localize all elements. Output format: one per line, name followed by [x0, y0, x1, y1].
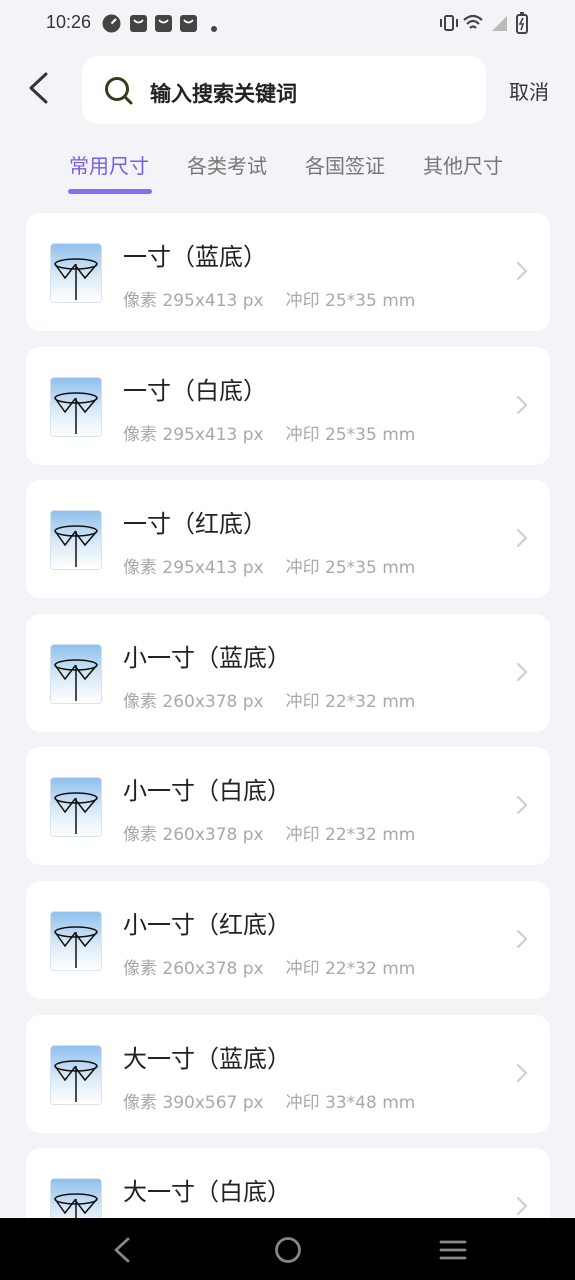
item-print-size: 冲印 22*32 mm: [285, 959, 416, 979]
list-item[interactable]: 一寸（白底） 像素 295x413 px 冲印 25*35 mm: [26, 347, 550, 465]
umbrella-photo-icon: [51, 912, 101, 970]
shopping-bag-icon: [129, 14, 148, 37]
chevron-right-icon: [516, 662, 528, 686]
umbrella-photo-icon: [51, 778, 101, 836]
item-title: 大一寸（蓝底）: [123, 1045, 291, 1073]
umbrella-photo-icon: [51, 244, 101, 302]
wifi-icon: [463, 14, 483, 36]
item-pixels: 像素 390x567 px: [123, 1093, 264, 1113]
item-specs: 像素 260x378 px 冲印 22*32 mm: [123, 954, 415, 979]
item-print-size: 冲印 22*32 mm: [285, 825, 416, 845]
item-title: 一寸（蓝底）: [123, 243, 267, 271]
search-input[interactable]: 输入搜索关键词: [82, 56, 486, 124]
vibrate-icon: [439, 14, 459, 36]
chevron-right-icon: [516, 795, 528, 819]
shopping-bag-icon: [179, 14, 198, 37]
list-item[interactable]: 小一寸（蓝底） 像素 260x378 px 冲印 22*32 mm: [26, 614, 550, 732]
active-tab-indicator: [68, 189, 152, 194]
item-print-size: 冲印 22*32 mm: [285, 692, 416, 712]
photo-thumbnail: [50, 911, 102, 971]
shopping-bag-icon: [154, 14, 173, 37]
chevron-right-icon: [516, 261, 528, 285]
chevron-right-icon: [516, 1196, 528, 1220]
item-title: 小一寸（蓝底）: [123, 644, 291, 672]
item-title: 一寸（红底）: [123, 510, 267, 538]
item-pixels: 像素 260x378 px: [123, 959, 264, 979]
photo-thumbnail: [50, 510, 102, 570]
item-print-size: 冲印 25*35 mm: [285, 425, 416, 445]
list-item[interactable]: 大一寸（蓝底） 像素 390x567 px 冲印 33*48 mm: [26, 1015, 550, 1133]
search-placeholder: 输入搜索关键词: [150, 82, 297, 106]
chevron-left-icon: [26, 71, 50, 109]
status-bar: 10:26: [0, 0, 575, 48]
system-nav-bar: [0, 1218, 575, 1280]
list-item[interactable]: 一寸（蓝底） 像素 295x413 px 冲印 25*35 mm: [26, 213, 550, 331]
photo-thumbnail: [50, 377, 102, 437]
item-print-size: 冲印 33*48 mm: [285, 1093, 416, 1113]
item-specs: 像素 260x378 px 冲印 22*32 mm: [123, 687, 415, 712]
umbrella-photo-icon: [51, 378, 101, 436]
cancel-button[interactable]: 取消: [509, 76, 549, 105]
list-item[interactable]: 小一寸（白底） 像素 260x378 px 冲印 22*32 mm: [26, 747, 550, 865]
back-triangle-icon[interactable]: [108, 1235, 138, 1265]
list-item[interactable]: 一寸（红底） 像素 295x413 px 冲印 25*35 mm: [26, 480, 550, 598]
item-title: 小一寸（红底）: [123, 911, 291, 939]
item-specs: 像素 295x413 px 冲印 25*35 mm: [123, 420, 415, 445]
item-print-size: 冲印 25*35 mm: [285, 291, 416, 311]
photo-thumbnail: [50, 1045, 102, 1105]
tab-visas[interactable]: 各国签证: [305, 150, 385, 179]
item-pixels: 像素 295x413 px: [123, 558, 264, 578]
tab-other-sizes[interactable]: 其他尺寸: [423, 150, 503, 179]
item-specs: 像素 295x413 px 冲印 25*35 mm: [123, 286, 415, 311]
menu-lines-icon[interactable]: [438, 1235, 468, 1265]
photo-thumbnail: [50, 644, 102, 704]
signal-icon: [490, 14, 508, 36]
umbrella-photo-icon: [51, 1046, 101, 1104]
item-title: 小一寸（白底）: [123, 777, 291, 805]
photo-thumbnail: [50, 243, 102, 303]
home-circle-icon[interactable]: [273, 1235, 303, 1265]
item-specs: 像素 260x378 px 冲印 22*32 mm: [123, 820, 415, 845]
item-print-size: 冲印 25*35 mm: [285, 558, 416, 578]
search-icon: [104, 76, 134, 110]
item-pixels: 像素 295x413 px: [123, 425, 264, 445]
more-dot-icon: [210, 18, 218, 37]
item-specs: 像素 390x567 px 冲印 33*48 mm: [123, 1088, 415, 1113]
speedometer-app-icon: [102, 14, 121, 37]
chevron-right-icon: [516, 528, 528, 552]
back-button[interactable]: [18, 70, 58, 110]
item-title: 大一寸（白底）: [123, 1178, 291, 1206]
chevron-right-icon: [516, 395, 528, 419]
chevron-right-icon: [516, 1063, 528, 1087]
category-tabs: 常用尺寸 各类考试 各国签证 其他尺寸: [0, 150, 575, 200]
photo-thumbnail: [50, 777, 102, 837]
umbrella-photo-icon: [51, 645, 101, 703]
list-item[interactable]: 小一寸（红底） 像素 260x378 px 冲印 22*32 mm: [26, 881, 550, 999]
item-title: 一寸（白底）: [123, 377, 267, 405]
status-time: 10:26: [46, 12, 92, 32]
item-pixels: 像素 260x378 px: [123, 825, 264, 845]
battery-charging-icon: [516, 12, 528, 38]
item-pixels: 像素 295x413 px: [123, 291, 264, 311]
tab-exams[interactable]: 各类考试: [187, 150, 267, 179]
chevron-right-icon: [516, 929, 528, 953]
item-specs: 像素 295x413 px 冲印 25*35 mm: [123, 553, 415, 578]
tab-common-sizes[interactable]: 常用尺寸: [69, 150, 149, 179]
umbrella-photo-icon: [51, 511, 101, 569]
item-pixels: 像素 260x378 px: [123, 692, 264, 712]
top-bar: 输入搜索关键词 取消: [0, 52, 575, 128]
